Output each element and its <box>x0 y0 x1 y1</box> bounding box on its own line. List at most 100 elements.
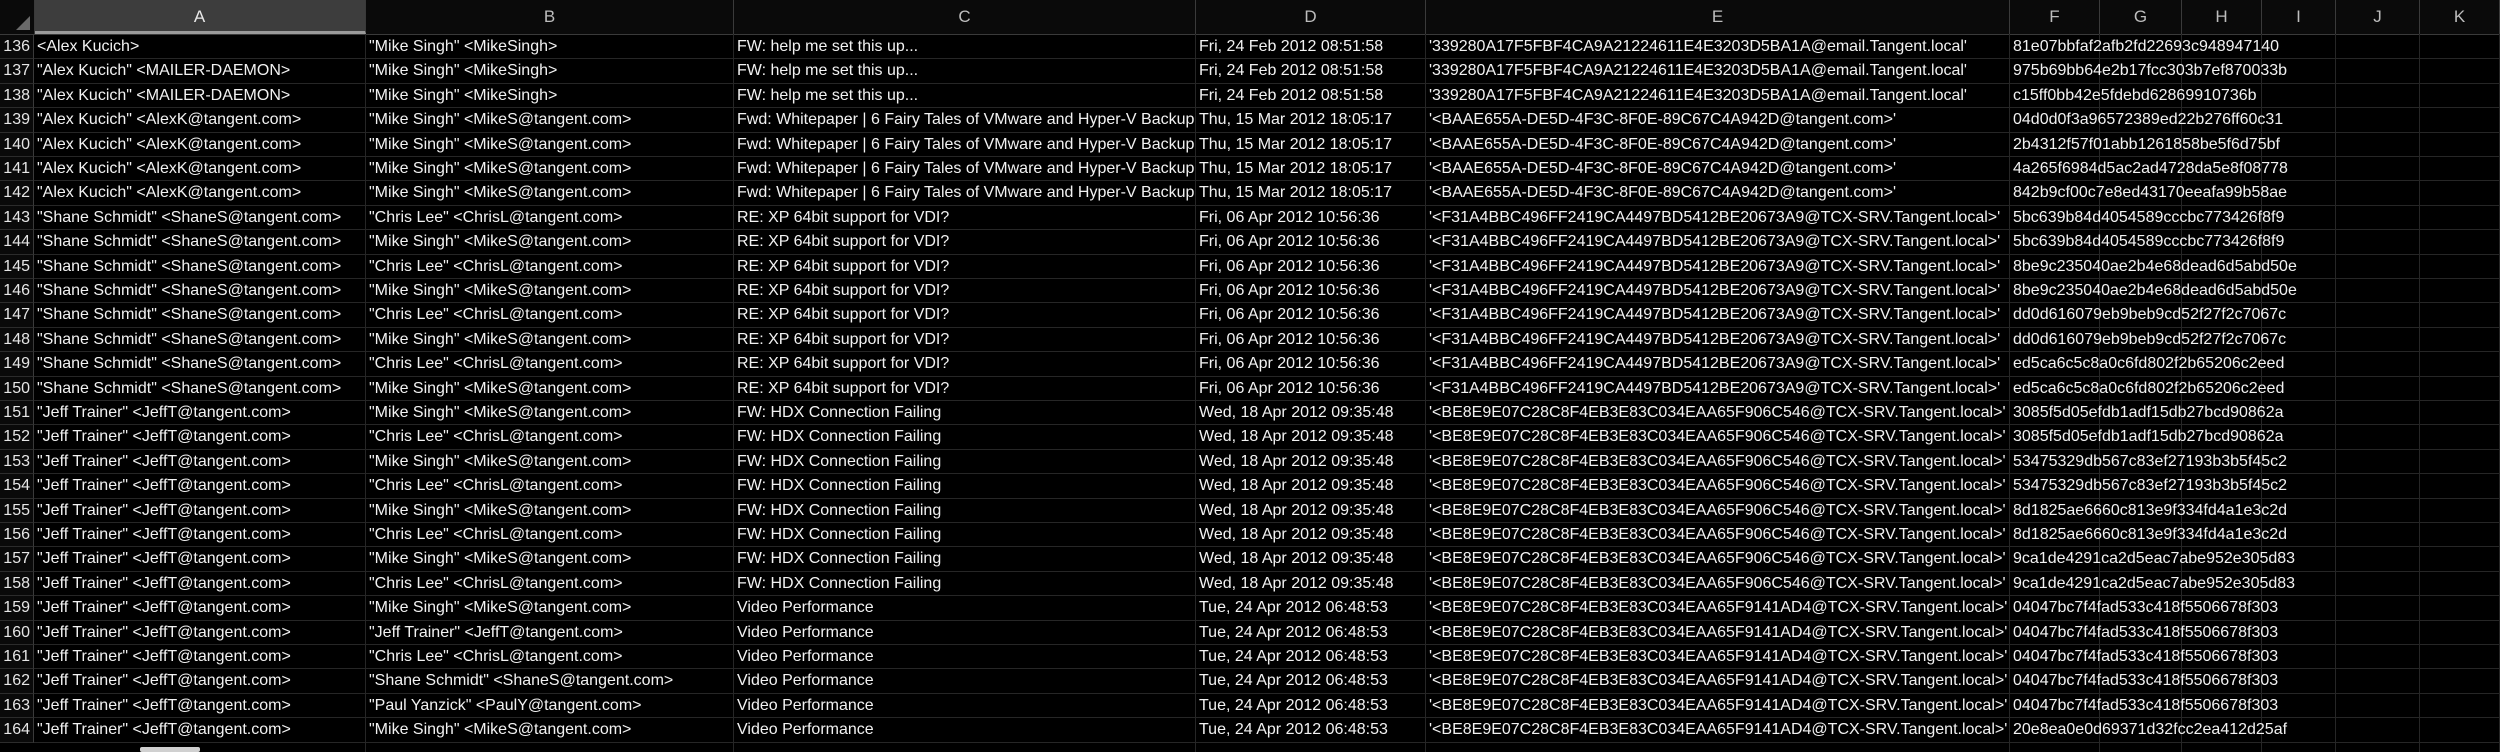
row-number[interactable]: 156 <box>0 523 34 548</box>
empty-cell[interactable] <box>2420 303 2500 328</box>
cell-c[interactable]: Fwd: Whitepaper | 6 Fairy Tales of VMwar… <box>734 108 1196 133</box>
row-number[interactable]: 147 <box>0 303 34 328</box>
row-number[interactable]: 153 <box>0 449 34 475</box>
horizontal-scrollbar-thumb[interactable] <box>140 747 200 752</box>
cell-f[interactable]: 53475329db567c83ef27193b3b5f45c2 <box>2010 474 2287 499</box>
cell-f[interactable]: 842b9cf00c7e8ed43170eeafa99b58ae <box>2010 181 2287 206</box>
row-number[interactable]: 141 <box>0 157 34 182</box>
cell-d[interactable]: Fri, 24 Feb 2012 08:51:58 <box>1196 83 1426 109</box>
cell-e[interactable]: '<BE8E9E07C28C8F4EB3E83C034EAA65F9141AD4… <box>1426 693 2010 719</box>
cell-d[interactable]: Fri, 06 Apr 2012 10:56:36 <box>1196 254 1426 279</box>
cell-f[interactable]: 8be9c235040ae2b4e68dead6d5abd50e <box>2010 254 2297 279</box>
cell-b[interactable]: "Chris Lee" <ChrisL@tangent.com> <box>366 571 734 597</box>
cell-e[interactable]: '<BE8E9E07C28C8F4EB3E83C034EAA65F906C546… <box>1426 449 2010 475</box>
cell-c[interactable]: RE: XP 64bit support for VDI? <box>734 376 1196 401</box>
cell-b[interactable]: "Mike Singh" <MikeSingh> <box>366 59 734 84</box>
empty-cell[interactable] <box>2336 132 2420 157</box>
row-number[interactable]: 136 <box>0 35 34 60</box>
cell-f[interactable]: 04047bc7f4fad533c418f5506678f303 <box>2010 693 2278 719</box>
empty-cell[interactable] <box>2336 571 2420 597</box>
cell-a[interactable]: "Jeff Trainer" <JeffT@tangent.com> <box>34 596 366 621</box>
cell-d[interactable]: Tue, 24 Apr 2012 06:48:53 <box>1196 620 1426 645</box>
cell-a[interactable]: "Alex Kucich" <MAILER-DAEMON> <box>34 59 366 84</box>
cell-c[interactable]: Video Performance <box>734 669 1196 694</box>
cell-a[interactable]: "Shane Schmidt" <ShaneS@tangent.com> <box>34 254 366 279</box>
row-number[interactable]: 142 <box>0 181 34 206</box>
empty-cell[interactable] <box>2336 596 2420 621</box>
empty-cell[interactable] <box>2420 693 2500 719</box>
cell-a[interactable]: "Jeff Trainer" <JeffT@tangent.com> <box>34 645 366 670</box>
cell-e[interactable]: '339280A17F5FBF4CA9A21224611E4E3203D5BA1… <box>1426 35 2010 60</box>
row-number[interactable]: 155 <box>0 498 34 523</box>
column-header-g[interactable]: G <box>2100 0 2182 34</box>
cell-e[interactable]: '<F31A4BBC496FF2419CA4497BD5412BE20673A9… <box>1426 279 2010 304</box>
row-number[interactable]: 149 <box>0 352 34 377</box>
cell-b[interactable]: "Mike Singh" <MikeS@tangent.com> <box>366 401 734 426</box>
cell-c[interactable]: Video Performance <box>734 596 1196 621</box>
cell-d[interactable]: Fri, 06 Apr 2012 10:56:36 <box>1196 376 1426 401</box>
empty-cell[interactable] <box>2420 571 2500 597</box>
empty-cell[interactable] <box>2420 279 2500 304</box>
cell-a[interactable]: "Jeff Trainer" <JeffT@tangent.com> <box>34 425 366 450</box>
cell-b[interactable]: "Chris Lee" <ChrisL@tangent.com> <box>366 474 734 499</box>
cell-c[interactable]: RE: XP 64bit support for VDI? <box>734 327 1196 353</box>
row-number[interactable]: 160 <box>0 620 34 645</box>
cell-f[interactable]: 4a265f6984d5ac2ad4728da5e8f08778 <box>2010 157 2288 182</box>
cell-d[interactable]: Wed, 18 Apr 2012 09:35:48 <box>1196 547 1426 572</box>
empty-cell[interactable] <box>2336 547 2420 572</box>
empty-cell[interactable] <box>2420 108 2500 133</box>
cell-d[interactable]: Wed, 18 Apr 2012 09:35:48 <box>1196 571 1426 597</box>
cell-d[interactable]: Wed, 18 Apr 2012 09:35:48 <box>1196 523 1426 548</box>
cell-e[interactable]: '339280A17F5FBF4CA9A21224611E4E3203D5BA1… <box>1426 83 2010 109</box>
cell-a[interactable]: "Shane Schmidt" <ShaneS@tangent.com> <box>34 279 366 304</box>
row-number[interactable]: 145 <box>0 254 34 279</box>
column-header-i[interactable]: I <box>2262 0 2336 34</box>
empty-cell[interactable] <box>2420 157 2500 182</box>
cell-a[interactable]: "Shane Schmidt" <ShaneS@tangent.com> <box>34 376 366 401</box>
cell-a[interactable]: "Shane Schmidt" <ShaneS@tangent.com> <box>34 352 366 377</box>
empty-cell[interactable] <box>2336 35 2420 60</box>
cell-d[interactable]: Wed, 18 Apr 2012 09:35:48 <box>1196 425 1426 450</box>
empty-cell[interactable] <box>2420 376 2500 401</box>
cell-a[interactable]: "Alex Kucich" <AlexK@tangent.com> <box>34 132 366 157</box>
column-header-f[interactable]: F <box>2010 0 2100 34</box>
cell-d[interactable]: Wed, 18 Apr 2012 09:35:48 <box>1196 474 1426 499</box>
cell-c[interactable]: FW: help me set this up... <box>734 35 1196 60</box>
cell-d[interactable]: Tue, 24 Apr 2012 06:48:53 <box>1196 693 1426 719</box>
cell-e[interactable]: '<BE8E9E07C28C8F4EB3E83C034EAA65F906C546… <box>1426 547 2010 572</box>
cell-b[interactable]: "Mike Singh" <MikeS@tangent.com> <box>366 181 734 206</box>
empty-cell[interactable] <box>2420 596 2500 621</box>
empty-cell[interactable] <box>2420 230 2500 255</box>
empty-cell[interactable] <box>2336 59 2420 84</box>
cell-a[interactable]: "Jeff Trainer" <JeffT@tangent.com> <box>34 401 366 426</box>
cell-c[interactable]: RE: XP 64bit support for VDI? <box>734 279 1196 304</box>
empty-cell[interactable] <box>2336 327 2420 353</box>
empty-cell[interactable] <box>2336 303 2420 328</box>
cell-f[interactable]: ed5ca6c5c8a0c6fd802f2b65206c2eed <box>2010 376 2284 401</box>
cell-f[interactable]: 9ca1de4291ca2d5eac7abe952e305d83 <box>2010 547 2295 572</box>
cell-a[interactable]: "Alex Kucich" <AlexK@tangent.com> <box>34 181 366 206</box>
cell-f[interactable]: 8d1825ae6660c813e9f334fd4a1e3c2d <box>2010 523 2287 548</box>
cell-a[interactable]: "Shane Schmidt" <ShaneS@tangent.com> <box>34 205 366 231</box>
column-header-a[interactable]: A <box>34 0 366 34</box>
row-number[interactable]: 148 <box>0 327 34 353</box>
cell-e[interactable]: '<BE8E9E07C28C8F4EB3E83C034EAA65F906C546… <box>1426 523 2010 548</box>
cell-b[interactable]: "Mike Singh" <MikeS@tangent.com> <box>366 498 734 523</box>
cell-c[interactable]: Video Performance <box>734 718 1196 743</box>
cell-a[interactable]: "Jeff Trainer" <JeffT@tangent.com> <box>34 498 366 523</box>
empty-cell[interactable] <box>2336 669 2420 694</box>
empty-cell[interactable] <box>2420 59 2500 84</box>
empty-cell[interactable] <box>2420 474 2500 499</box>
cell-d[interactable]: Fri, 06 Apr 2012 10:56:36 <box>1196 327 1426 353</box>
cell-a[interactable]: "Jeff Trainer" <JeffT@tangent.com> <box>34 620 366 645</box>
cell-b[interactable]: "Chris Lee" <ChrisL@tangent.com> <box>366 425 734 450</box>
empty-cell[interactable] <box>2420 181 2500 206</box>
row-number[interactable]: 151 <box>0 401 34 426</box>
cell-c[interactable]: RE: XP 64bit support for VDI? <box>734 352 1196 377</box>
cell-f[interactable]: 3085f5d05efdb1adf15db27bcd90862a <box>2010 425 2284 450</box>
empty-cell[interactable] <box>2420 523 2500 548</box>
empty-cell[interactable] <box>2420 449 2500 475</box>
row-number[interactable]: 152 <box>0 425 34 450</box>
empty-cell[interactable] <box>2420 205 2500 231</box>
cell-c[interactable]: FW: HDX Connection Failing <box>734 449 1196 475</box>
